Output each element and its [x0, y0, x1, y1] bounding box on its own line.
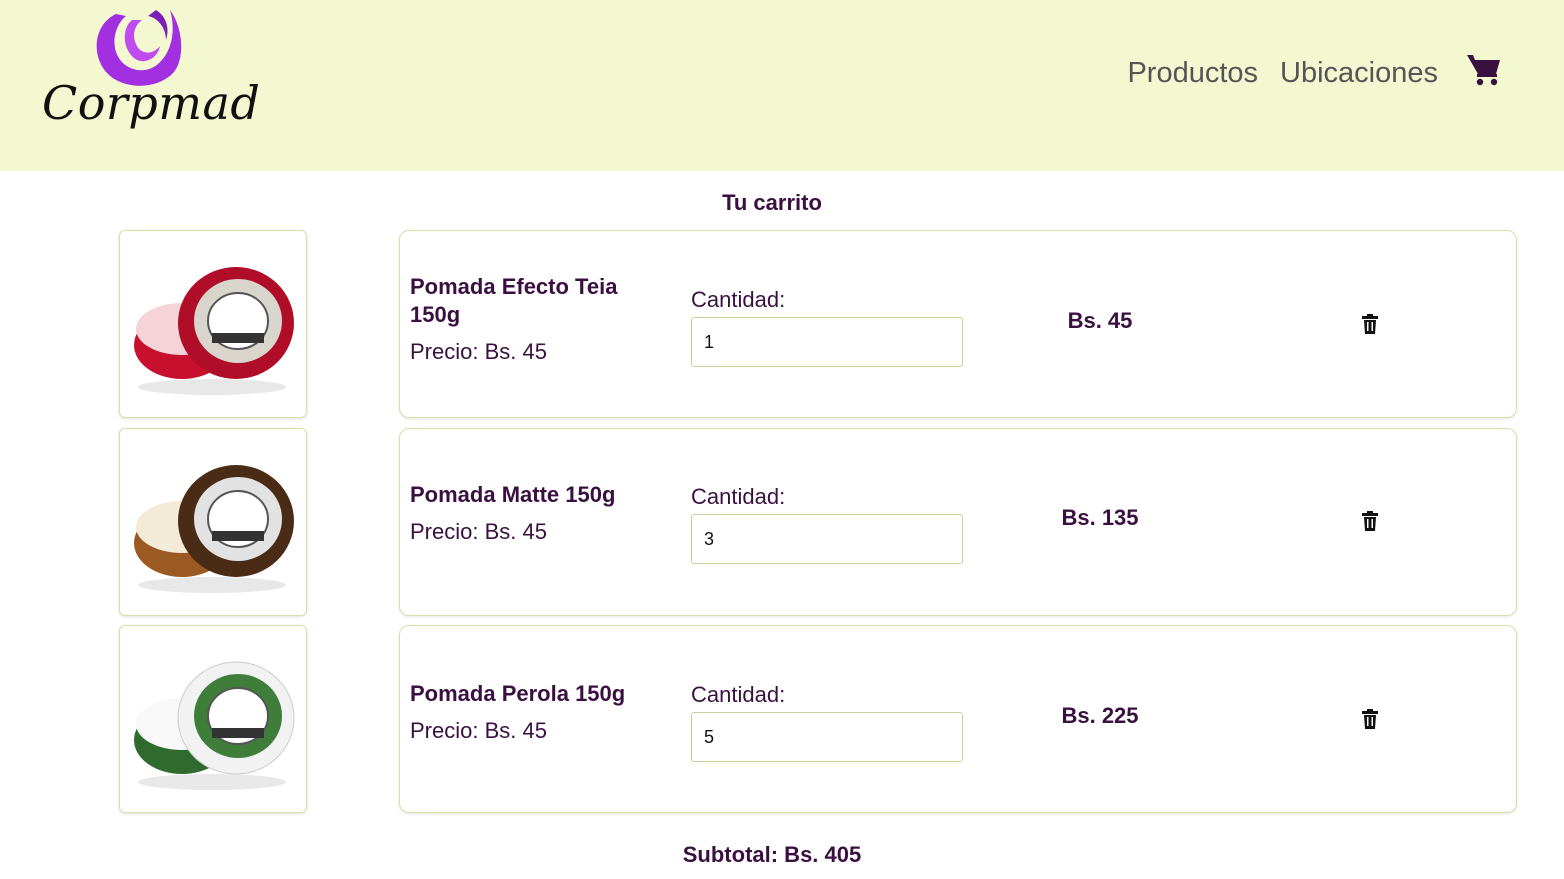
product-jar-image — [134, 661, 295, 790]
quantity-label: Cantidad: — [691, 682, 786, 707]
item-name: Pomada Efecto Teia 150g — [410, 274, 618, 327]
item-total: Bs. 135 — [1061, 505, 1139, 530]
main-nav: Productos Ubicaciones — [1127, 54, 1438, 92]
product-thumbnail — [119, 625, 307, 813]
item-info: Pomada Matte 150g Precio: Bs. 45 — [410, 481, 660, 545]
quantity-input[interactable] — [691, 317, 963, 367]
quantity-label: Cantidad: — [691, 287, 786, 312]
product-thumbnail — [119, 230, 307, 418]
quantity-input[interactable] — [691, 514, 963, 564]
nav-productos[interactable]: Productos — [1127, 54, 1258, 92]
cart-item-card: Pomada Efecto Teia 150g Precio: Bs. 45 C… — [399, 230, 1517, 418]
nav-ubicaciones[interactable]: Ubicaciones — [1280, 54, 1438, 92]
trash-icon[interactable] — [1361, 709, 1379, 729]
shopping-cart-icon[interactable] — [1466, 53, 1502, 87]
page-title: Tu carrito — [722, 190, 822, 215]
quantity-label: Cantidad: — [691, 484, 786, 509]
cart-item-card: Pomada Perola 150g Precio: Bs. 45 Cantid… — [399, 625, 1517, 813]
brand-name: Corpmad — [42, 76, 261, 130]
item-price: Precio: Bs. 45 — [410, 519, 547, 544]
site-header: Corpmad Productos Ubicaciones — [0, 0, 1564, 171]
cart-subtotal: Subtotal: Bs. 405 — [682, 842, 862, 867]
product-jar-image — [134, 267, 294, 395]
item-name: Pomada Matte 150g — [410, 482, 616, 507]
product-jar-image — [134, 465, 294, 593]
item-price: Precio: Bs. 45 — [410, 339, 547, 364]
item-total: Bs. 225 — [1061, 703, 1139, 728]
quantity-input[interactable] — [691, 712, 963, 762]
item-name: Pomada Perola 150g — [410, 681, 626, 706]
item-price: Precio: Bs. 45 — [410, 718, 547, 743]
brand-logo[interactable]: Corpmad — [38, 6, 260, 136]
product-thumbnail — [119, 428, 307, 616]
item-total: Bs. 45 — [1067, 308, 1133, 333]
trash-icon[interactable] — [1361, 314, 1379, 334]
trash-icon[interactable] — [1361, 511, 1379, 531]
item-info: Pomada Efecto Teia 150g Precio: Bs. 45 — [410, 273, 660, 365]
item-info: Pomada Perola 150g Precio: Bs. 45 — [410, 680, 660, 744]
cart-item-card: Pomada Matte 150g Precio: Bs. 45 Cantida… — [399, 428, 1517, 616]
